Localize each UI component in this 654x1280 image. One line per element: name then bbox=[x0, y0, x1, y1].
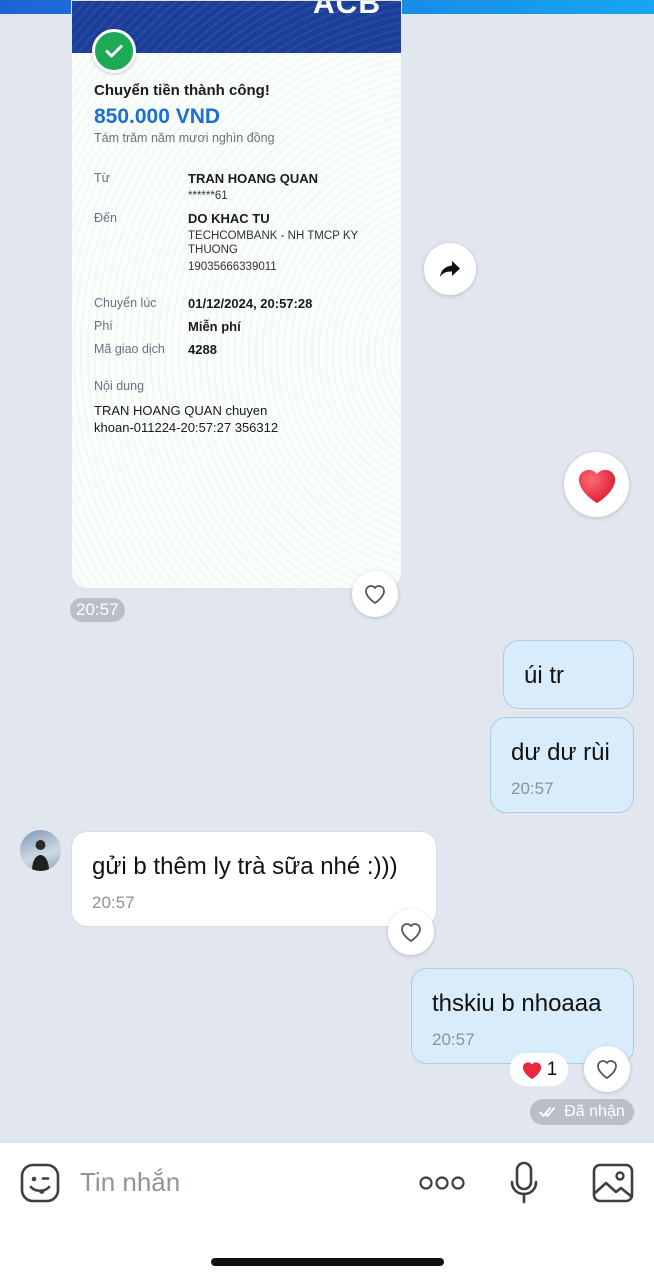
fee-label: Phí bbox=[94, 319, 113, 333]
reaction-count: 1 bbox=[546, 1058, 558, 1080]
time-label: Chuyển lúc bbox=[94, 296, 157, 310]
from-account: ******61 bbox=[188, 190, 228, 202]
from-name: TRAN HOANG QUAN bbox=[188, 171, 318, 186]
photo-button[interactable] bbox=[591, 1162, 635, 1204]
message-react-button[interactable] bbox=[388, 909, 434, 955]
quick-react-heart-button[interactable] bbox=[564, 452, 629, 517]
fee-value: Miễn phí bbox=[188, 319, 241, 334]
message-time: 20:57 bbox=[432, 1030, 475, 1049]
more-options-button[interactable] bbox=[418, 1170, 466, 1196]
note-line-2: khoan-011224-20:57:27 356312 bbox=[94, 420, 279, 435]
note-content: TRAN HOANG QUAN chuyen khoan-011224-20:5… bbox=[94, 402, 354, 436]
voice-button[interactable] bbox=[508, 1160, 540, 1206]
heart-outline-icon bbox=[365, 585, 385, 604]
receipt-react-button[interactable] bbox=[352, 571, 398, 617]
to-bank-line2: THUONG bbox=[188, 244, 238, 256]
receipt-amount-words: Tám trăm năm mươi nghìn đồng bbox=[94, 131, 275, 145]
more-dots-icon bbox=[419, 1176, 465, 1190]
reaction-summary[interactable]: 1 bbox=[510, 1053, 568, 1086]
message-text: úi tr bbox=[524, 662, 565, 689]
heart-outline-icon bbox=[401, 923, 421, 942]
to-account: 19035666339011 bbox=[188, 261, 277, 273]
to-bank-line1: TECHCOMBANK - NH TMCP KY bbox=[188, 230, 359, 242]
microphone-icon bbox=[510, 1161, 538, 1204]
heart-outline-icon bbox=[597, 1060, 617, 1079]
message-input[interactable]: Tin nhắn bbox=[80, 1167, 180, 1198]
share-button[interactable] bbox=[424, 243, 476, 295]
success-check-icon bbox=[92, 29, 136, 73]
home-indicator bbox=[211, 1258, 444, 1266]
time-value: 01/12/2024, 20:57:28 bbox=[188, 296, 313, 311]
note-line-1: TRAN HOANG QUAN chuyen bbox=[94, 403, 268, 418]
message-time: 20:57 bbox=[92, 893, 135, 912]
forward-arrow-icon bbox=[440, 261, 460, 277]
heart-icon bbox=[578, 469, 615, 503]
receipt-amount: 850.000 VND bbox=[94, 105, 221, 128]
from-label: Từ bbox=[94, 171, 111, 185]
image-icon bbox=[592, 1163, 634, 1203]
message-time: 20:57 bbox=[511, 779, 554, 798]
note-label: Nội dung bbox=[94, 379, 145, 393]
message-bubble-outgoing[interactable]: úi tr bbox=[503, 640, 634, 709]
message-react-button[interactable] bbox=[584, 1046, 630, 1092]
bank-logo: ACB bbox=[313, 0, 381, 20]
transfer-receipt-image[interactable]: ACB Chuyển tiền thành công! 850.000 VND … bbox=[71, 0, 402, 589]
to-name: DO KHAC TU bbox=[188, 211, 270, 226]
double-check-icon bbox=[539, 1107, 556, 1117]
code-label: Mã giao dịch bbox=[94, 342, 165, 356]
message-text: gửi b thêm ly trà sữa nhé :))) bbox=[92, 853, 398, 880]
delivery-status: Đã nhận bbox=[530, 1099, 634, 1125]
to-label: Đến bbox=[94, 211, 117, 225]
delivery-status-text: Đã nhận bbox=[564, 1103, 625, 1120]
sticker-button[interactable] bbox=[19, 1162, 61, 1204]
receipt-title: Chuyển tiền thành công! bbox=[94, 82, 270, 99]
sticker-icon bbox=[20, 1163, 60, 1203]
message-text: thskiu b nhoaaa bbox=[432, 990, 602, 1017]
message-bubble-outgoing[interactable]: dư dư rùi 20:57 bbox=[490, 717, 634, 813]
heart-icon bbox=[522, 1061, 541, 1079]
avatar[interactable] bbox=[20, 830, 61, 871]
message-bubble-incoming[interactable]: gửi b thêm ly trà sữa nhé :))) 20:57 bbox=[71, 831, 437, 927]
message-text: dư dư rùi bbox=[511, 739, 610, 766]
receipt-timestamp: 20:57 bbox=[70, 598, 125, 622]
code-value: 4288 bbox=[188, 342, 217, 357]
